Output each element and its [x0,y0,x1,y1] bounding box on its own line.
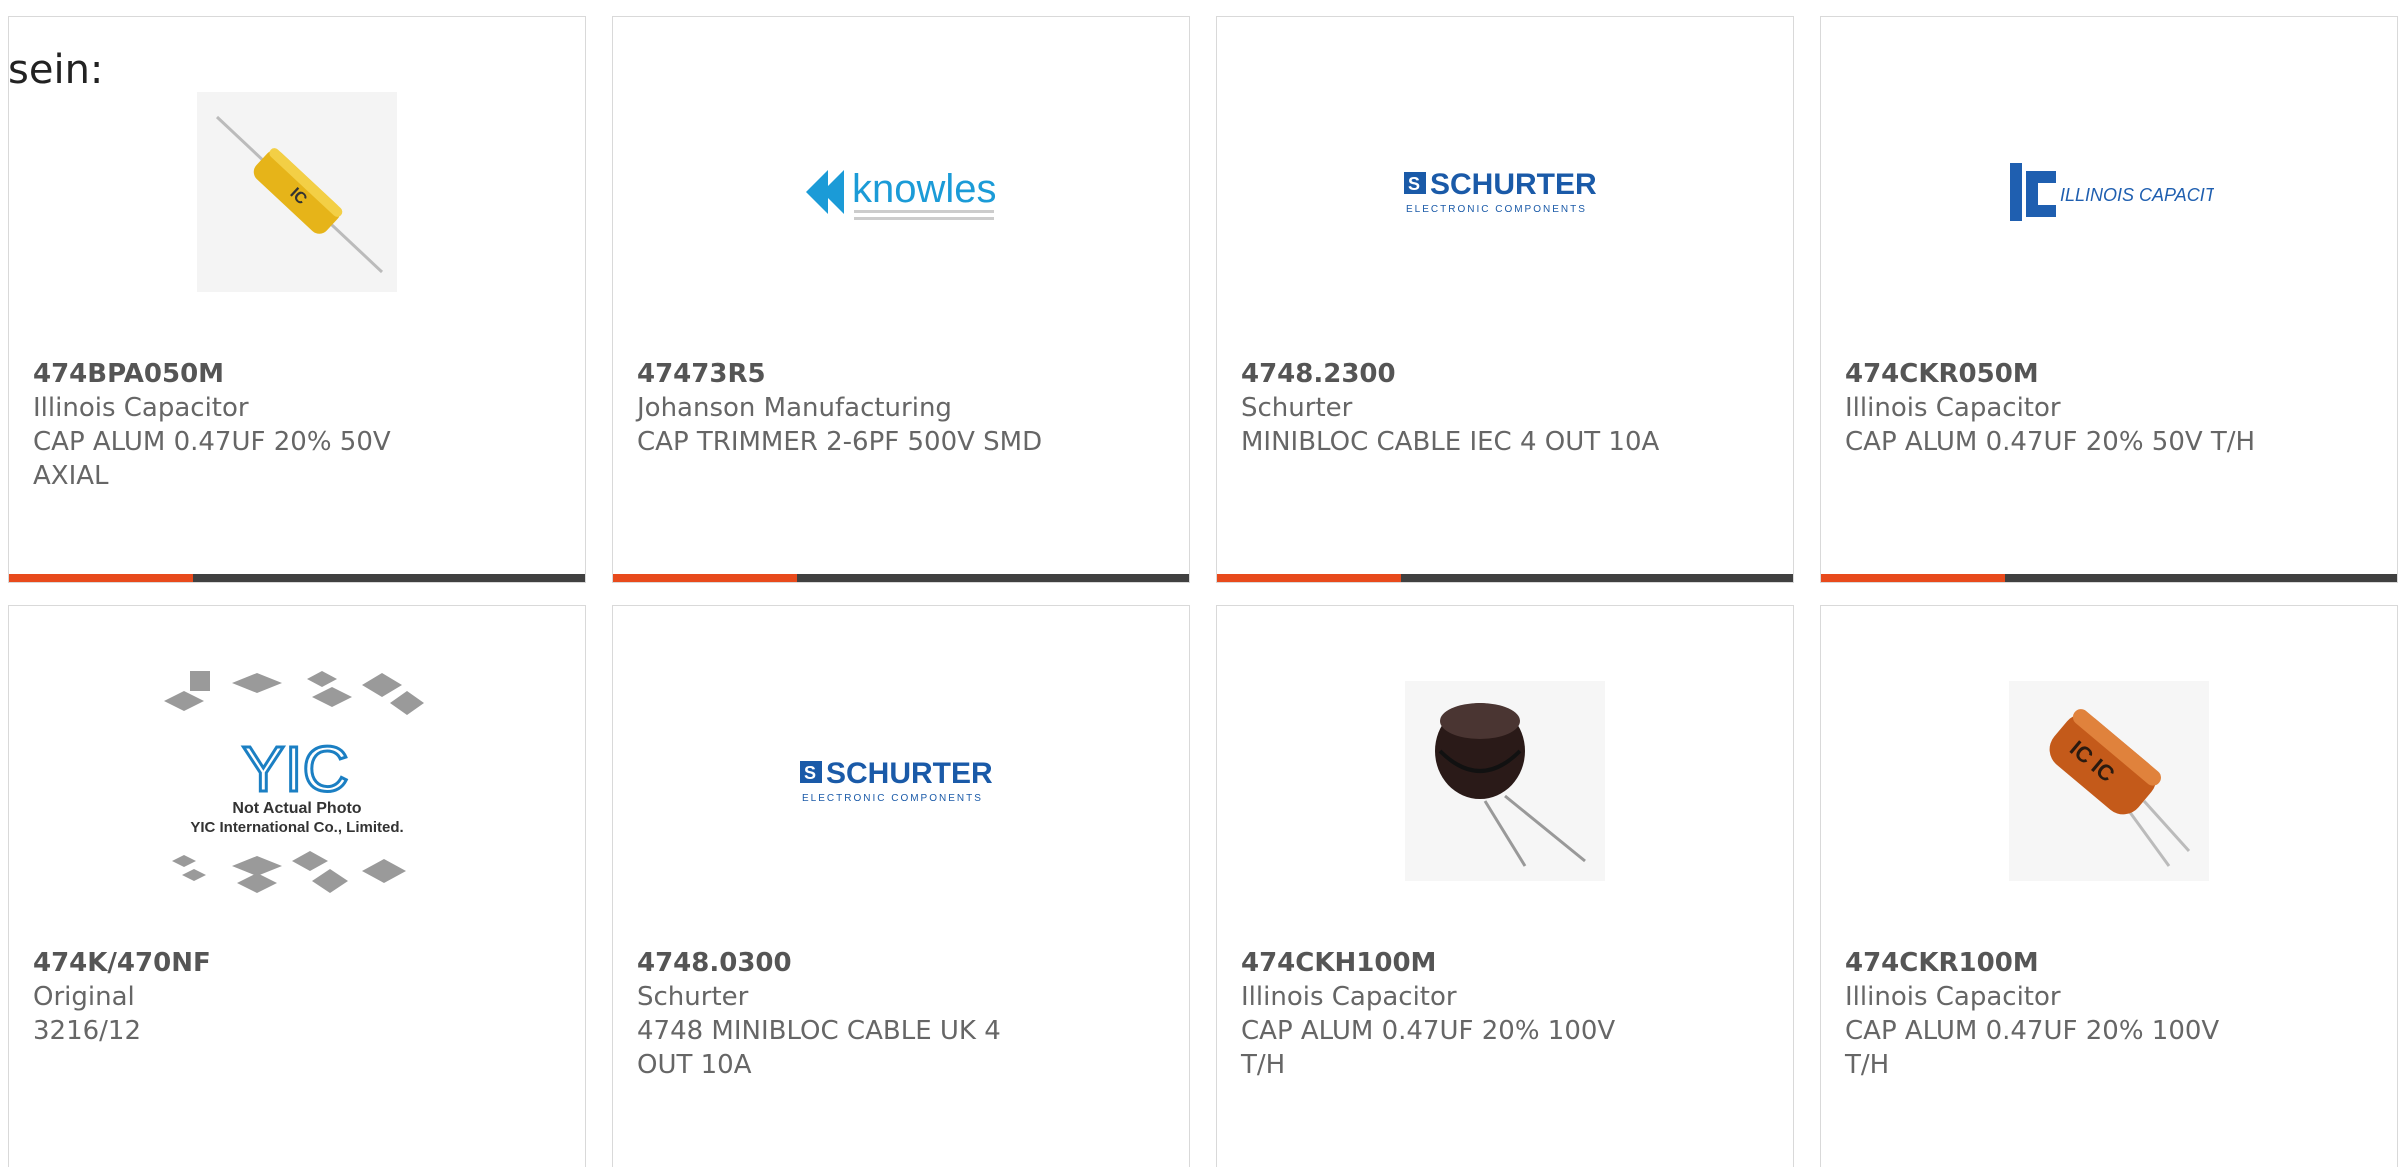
manufacturer: Original [33,982,135,1012]
manufacturer: Illinois Capacitor [1241,982,1457,1012]
manufacturer: Johanson Manufacturing [637,393,952,423]
svg-text:ELECTRONIC COMPONENTS: ELECTRONIC COMPONENTS [1406,204,1587,215]
product-card[interactable]: knowles 47473R5 Johanson Manufacturing C… [612,16,1190,583]
product-info: 4748.2300 Schurter MINIBLOC CABLE IEC 4 … [1241,357,1753,459]
svg-text:SCHURTER: SCHURTER [826,757,993,790]
schurter-logo-icon: S SCHURTER ELECTRONIC COMPONENTS [1404,168,1597,215]
manufacturer: Illinois Capacitor [33,393,249,423]
description: CAP ALUM 0.47UF 20% 50V AXIAL [33,427,391,491]
svg-text:ILLINOIS CAPACITOR, INC.: ILLINOIS CAPACITOR, INC. [2060,185,2214,205]
product-card[interactable]: ILLINOIS CAPACITOR, INC. 474CKR050M Illi… [1820,16,2398,583]
part-number[interactable]: 4748.2300 [1241,357,1753,391]
product-info: 474K/470NF Original 3216/12 [33,946,545,1048]
manufacturer: Illinois Capacitor [1845,982,2061,1012]
product-image[interactable]: IC [9,87,585,297]
yellow-axial-capacitor-icon: IC [197,92,397,292]
intro-text: sein: [8,47,104,93]
product-image[interactable]: S SCHURTER ELECTRONIC COMPONENTS [1217,87,1793,297]
description: CAP ALUM 0.47UF 20% 50V T/H [1845,427,2256,457]
description: CAP ALUM 0.47UF 20% 100V T/H [1845,1016,2220,1080]
svg-text:YIC International Co., Limited: YIC International Co., Limited. [190,819,403,836]
manufacturer: Schurter [1241,393,1353,423]
product-image[interactable]: S SCHURTER ELECTRONIC COMPONENTS [613,676,1189,886]
part-number[interactable]: 474K/470NF [33,946,545,980]
description: CAP TRIMMER 2-6PF 500V SMD [637,427,1043,457]
product-image[interactable]: knowles [613,87,1189,297]
description: MINIBLOC CABLE IEC 4 OUT 10A [1241,427,1660,457]
svg-text:SCHURTER: SCHURTER [1430,168,1597,201]
page: sein: IC 474BPA050M Illinois Capacitor C [0,0,2400,1167]
illinois-capacitor-logo-icon: ILLINOIS CAPACITOR, INC. [2010,163,2214,221]
orange-radial-capacitor-icon: IC IC [2009,681,2209,881]
product-card[interactable]: 474CKH100M Illinois Capacitor CAP ALUM 0… [1216,605,1794,1167]
product-card[interactable]: S SCHURTER ELECTRONIC COMPONENTS 4748.23… [1216,16,1794,583]
progress-bar-fill [1217,574,1402,582]
manufacturer: Illinois Capacitor [1845,393,2061,423]
progress-bar-fill [613,574,798,582]
product-card[interactable]: S SCHURTER ELECTRONIC COMPONENTS 4748.03… [612,605,1190,1167]
product-image[interactable]: YIC Not Actual Photo YIC International C… [9,671,585,893]
black-radial-capacitor-icon [1405,681,1605,881]
product-card[interactable]: IC IC 474CKR100M Illinois Capacitor CAP … [1820,605,2398,1167]
progress-bar-fill [1821,574,2006,582]
manufacturer: Schurter [637,982,749,1012]
product-card[interactable]: YIC Not Actual Photo YIC International C… [8,605,586,1167]
svg-text:knowles: knowles [852,167,997,211]
svg-text:Not Actual Photo: Not Actual Photo [232,800,361,817]
progress-bar [1821,574,2397,582]
svg-text:S: S [1408,174,1420,194]
progress-bar-fill [9,574,194,582]
product-image[interactable] [1217,676,1793,886]
part-number[interactable]: 474CKR050M [1845,357,2357,391]
product-info: 4748.0300 Schurter 4748 MINIBLOC CABLE U… [637,946,1149,1082]
product-info: 474CKR050M Illinois Capacitor CAP ALUM 0… [1845,357,2357,459]
part-number[interactable]: 47473R5 [637,357,1149,391]
svg-text:S: S [804,763,816,783]
knowles-logo-icon: knowles [806,167,997,220]
yic-placeholder-icon: YIC Not Actual Photo YIC International C… [164,671,424,893]
product-image[interactable]: ILLINOIS CAPACITOR, INC. [1821,87,2397,297]
part-number[interactable]: 474CKR100M [1845,946,2357,980]
product-info: 47473R5 Johanson Manufacturing CAP TRIMM… [637,357,1149,459]
svg-text:ELECTRONIC COMPONENTS: ELECTRONIC COMPONENTS [802,793,983,804]
part-number[interactable]: 4748.0300 [637,946,1149,980]
part-number[interactable]: 474BPA050M [33,357,545,391]
progress-bar [1217,574,1793,582]
product-image[interactable]: IC IC [1821,676,2397,886]
description: CAP ALUM 0.47UF 20% 100V T/H [1241,1016,1616,1080]
progress-bar [9,574,585,582]
description: 3216/12 [33,1016,142,1046]
product-card[interactable]: IC 474BPA050M Illinois Capacitor CAP ALU… [8,16,586,583]
description: 4748 MINIBLOC CABLE UK 4 OUT 10A [637,1016,1001,1080]
progress-bar [613,574,1189,582]
svg-text:YIC: YIC [242,733,349,805]
product-info: 474CKH100M Illinois Capacitor CAP ALUM 0… [1241,946,1753,1082]
product-info: 474BPA050M Illinois Capacitor CAP ALUM 0… [33,357,545,493]
schurter-logo-icon: S SCHURTER ELECTRONIC COMPONENTS [800,757,993,804]
product-info: 474CKR100M Illinois Capacitor CAP ALUM 0… [1845,946,2357,1082]
part-number[interactable]: 474CKH100M [1241,946,1753,980]
